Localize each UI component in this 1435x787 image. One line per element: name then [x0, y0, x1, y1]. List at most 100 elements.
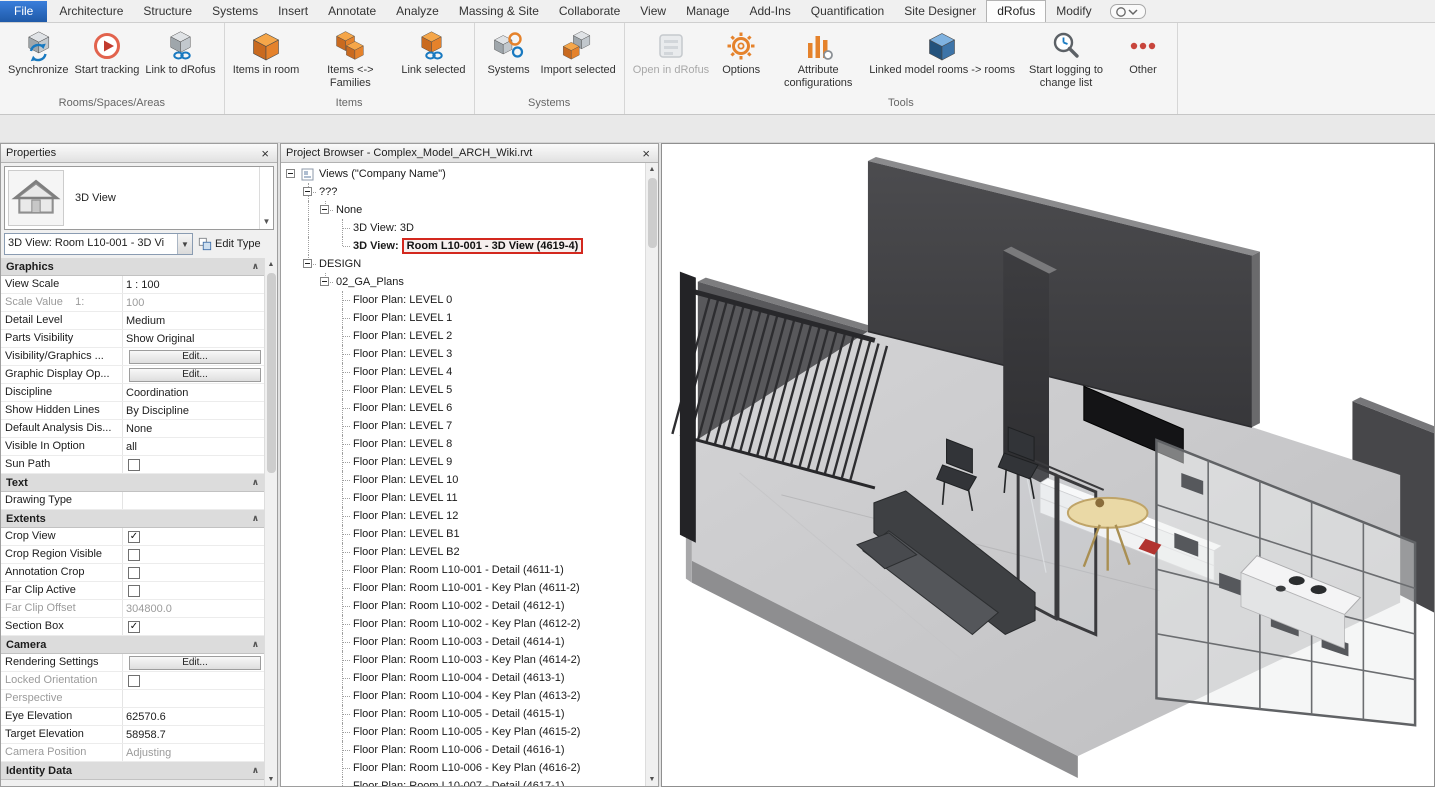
property-value[interactable]: Medium: [123, 312, 264, 329]
browser-scrollbar[interactable]: ▲ ▼: [645, 163, 658, 786]
ribbon-button-options[interactable]: Options: [712, 27, 770, 79]
ribbon-display-toggle[interactable]: [1110, 4, 1146, 19]
ribbon-tab-annotate[interactable]: Annotate: [318, 1, 386, 22]
ribbon-tab-drofus[interactable]: dRofus: [986, 0, 1046, 22]
collapse-chevron-icon[interactable]: ∧: [252, 477, 259, 488]
checkbox[interactable]: [128, 549, 140, 561]
tree-item-floor-plan-level-0[interactable]: Floor Plan: LEVEL 0: [283, 291, 645, 309]
ribbon-tab-collaborate[interactable]: Collaborate: [549, 1, 630, 22]
collapse-chevron-icon[interactable]: ∧: [252, 261, 259, 272]
properties-header[interactable]: Properties ×: [1, 144, 277, 163]
combobox-dropdown-icon[interactable]: ▼: [177, 234, 192, 254]
tree-item-floor-plan-room-l10-005-detail-4615-1[interactable]: Floor Plan: Room L10-005 - Detail (4615-…: [283, 705, 645, 723]
property-value[interactable]: None: [123, 420, 264, 437]
tree-item-floor-plan-room-l10-002-key-plan-4612-2[interactable]: Floor Plan: Room L10-002 - Key Plan (461…: [283, 615, 645, 633]
edit-button[interactable]: Edit...: [129, 656, 261, 670]
scroll-down-icon[interactable]: ▼: [646, 773, 659, 786]
tree-item-floor-plan-room-l10-005-key-plan-4615-2[interactable]: Floor Plan: Room L10-005 - Key Plan (461…: [283, 723, 645, 741]
ribbon-tab-insert[interactable]: Insert: [268, 1, 318, 22]
tree-item-floor-plan-level-6[interactable]: Floor Plan: LEVEL 6: [283, 399, 645, 417]
ribbon-button-start-logging-to-change-list[interactable]: Start logging to change list: [1018, 27, 1114, 91]
checkbox[interactable]: [128, 567, 140, 579]
scrollbar-thumb[interactable]: [267, 273, 276, 473]
checkbox[interactable]: [128, 585, 140, 597]
properties-scrollbar[interactable]: ▲ ▼: [264, 258, 277, 786]
ribbon-tab-site-designer[interactable]: Site Designer: [894, 1, 986, 22]
ribbon-button-link-selected[interactable]: Link selected: [398, 27, 468, 79]
checkbox[interactable]: [128, 675, 140, 687]
scroll-up-icon[interactable]: ▲: [646, 163, 659, 176]
ribbon-tab-structure[interactable]: Structure: [133, 1, 202, 22]
section-header-identity-data[interactable]: Identity Data∧: [1, 762, 264, 780]
ribbon-tab-quantification[interactable]: Quantification: [801, 1, 894, 22]
tree-item-floor-plan-level-10[interactable]: Floor Plan: LEVEL 10: [283, 471, 645, 489]
property-value[interactable]: all: [123, 438, 264, 455]
scrollbar-thumb[interactable]: [648, 178, 657, 248]
tree-expander[interactable]: [283, 165, 300, 183]
tree-item-floor-plan-level-2[interactable]: Floor Plan: LEVEL 2: [283, 327, 645, 345]
collapse-box-icon[interactable]: [320, 205, 329, 214]
ribbon-button-systems[interactable]: Systems: [480, 27, 538, 79]
ribbon-tab-architecture[interactable]: Architecture: [49, 1, 133, 22]
tree-item-02-ga-plans[interactable]: 02_GA_Plans: [283, 273, 645, 291]
section-header-graphics[interactable]: Graphics∧: [1, 258, 264, 276]
tree-item-floor-plan-level-1[interactable]: Floor Plan: LEVEL 1: [283, 309, 645, 327]
property-value[interactable]: 100: [123, 294, 264, 311]
property-value[interactable]: Adjusting: [123, 744, 264, 761]
ribbon-button-items-in-room[interactable]: Items in room: [230, 27, 303, 79]
tree-item-floor-plan-level-b1[interactable]: Floor Plan: LEVEL B1: [283, 525, 645, 543]
tree-item-floor-plan-room-l10-003-key-plan-4614-2[interactable]: Floor Plan: Room L10-003 - Key Plan (461…: [283, 651, 645, 669]
ribbon-tab-file[interactable]: File: [0, 1, 47, 22]
ribbon-button-attribute-configurations[interactable]: Attribute configurations: [770, 27, 866, 91]
edit-button[interactable]: Edit...: [129, 368, 261, 382]
tree-item-floor-plan-level-3[interactable]: Floor Plan: LEVEL 3: [283, 345, 645, 363]
scroll-down-icon[interactable]: ▼: [265, 773, 278, 786]
property-value[interactable]: Show Original: [123, 330, 264, 347]
property-value[interactable]: 304800.0: [123, 600, 264, 617]
collapse-box-icon[interactable]: [320, 277, 329, 286]
ribbon-tab-add-ins[interactable]: Add-Ins: [739, 1, 800, 22]
tree-item-floor-plan-level-7[interactable]: Floor Plan: LEVEL 7: [283, 417, 645, 435]
ribbon-button-start-tracking[interactable]: Start tracking: [72, 27, 143, 79]
tree-item-floor-plan-room-l10-006-key-plan-4616-2[interactable]: Floor Plan: Room L10-006 - Key Plan (461…: [283, 759, 645, 777]
collapse-chevron-icon[interactable]: ∧: [252, 639, 259, 650]
3d-viewport[interactable]: [661, 143, 1435, 787]
section-header-extents[interactable]: Extents∧: [1, 510, 264, 528]
tree-item-floor-plan-level-4[interactable]: Floor Plan: LEVEL 4: [283, 363, 645, 381]
type-selector-chevron-icon[interactable]: ▼: [259, 167, 273, 229]
ribbon-button-synchronize[interactable]: Synchronize: [5, 27, 72, 79]
tree-item-floor-plan-room-l10-003-detail-4614-1[interactable]: Floor Plan: Room L10-003 - Detail (4614-…: [283, 633, 645, 651]
tree-expander[interactable]: [317, 273, 334, 291]
collapse-box-icon[interactable]: [303, 187, 312, 196]
type-selector[interactable]: 3D View ▼: [4, 166, 274, 230]
tree-item-floor-plan-room-l10-007-detail-4617-1[interactable]: Floor Plan: Room L10-007 - Detail (4617-…: [283, 777, 645, 786]
collapse-chevron-icon[interactable]: ∧: [252, 513, 259, 524]
tree-item-floor-plan-room-l10-004-detail-4613-1[interactable]: Floor Plan: Room L10-004 - Detail (4613-…: [283, 669, 645, 687]
tree-expander[interactable]: [317, 201, 334, 219]
collapse-box-icon[interactable]: [303, 259, 312, 268]
ribbon-tab-massing-site[interactable]: Massing & Site: [449, 1, 549, 22]
project-browser-header[interactable]: Project Browser - Complex_Model_ARCH_Wik…: [281, 144, 658, 163]
property-value[interactable]: By Discipline: [123, 402, 264, 419]
edit-button[interactable]: Edit...: [129, 350, 261, 364]
checkbox[interactable]: ✓: [128, 531, 140, 543]
tree-item-floor-plan-level-12[interactable]: Floor Plan: LEVEL 12: [283, 507, 645, 525]
ribbon-button-link-to-drofus[interactable]: Link to dRofus: [142, 27, 218, 79]
tree-item-floor-plan-level-5[interactable]: Floor Plan: LEVEL 5: [283, 381, 645, 399]
ribbon-tab-manage[interactable]: Manage: [676, 1, 739, 22]
collapse-box-icon[interactable]: [286, 169, 295, 178]
ribbon-tab-systems[interactable]: Systems: [202, 1, 268, 22]
tree-item-floor-plan-room-l10-006-detail-4616-1[interactable]: Floor Plan: Room L10-006 - Detail (4616-…: [283, 741, 645, 759]
property-value[interactable]: Coordination: [123, 384, 264, 401]
tree-item-floor-plan-room-l10-004-key-plan-4613-2[interactable]: Floor Plan: Room L10-004 - Key Plan (461…: [283, 687, 645, 705]
tree-item-none[interactable]: None: [283, 201, 645, 219]
tree-item-3d-view-room-l10-001-3d-view-4619-4[interactable]: 3D View:Room L10-001 - 3D View (4619-4): [283, 237, 645, 255]
tree-item-floor-plan-level-b2[interactable]: Floor Plan: LEVEL B2: [283, 543, 645, 561]
close-icon[interactable]: ×: [639, 147, 653, 160]
section-header-text[interactable]: Text∧: [1, 474, 264, 492]
view-combobox[interactable]: 3D View: Room L10-001 - 3D Vi ▼: [4, 233, 193, 255]
ribbon-button-other[interactable]: Other: [1114, 27, 1172, 79]
ribbon-button-linked-model-rooms-rooms[interactable]: Linked model rooms -> rooms: [866, 27, 1018, 79]
tree-item-3d-view-3d[interactable]: 3D View: 3D: [283, 219, 645, 237]
tree-item-floor-plan-room-l10-001-key-plan-4611-2[interactable]: Floor Plan: Room L10-001 - Key Plan (461…: [283, 579, 645, 597]
